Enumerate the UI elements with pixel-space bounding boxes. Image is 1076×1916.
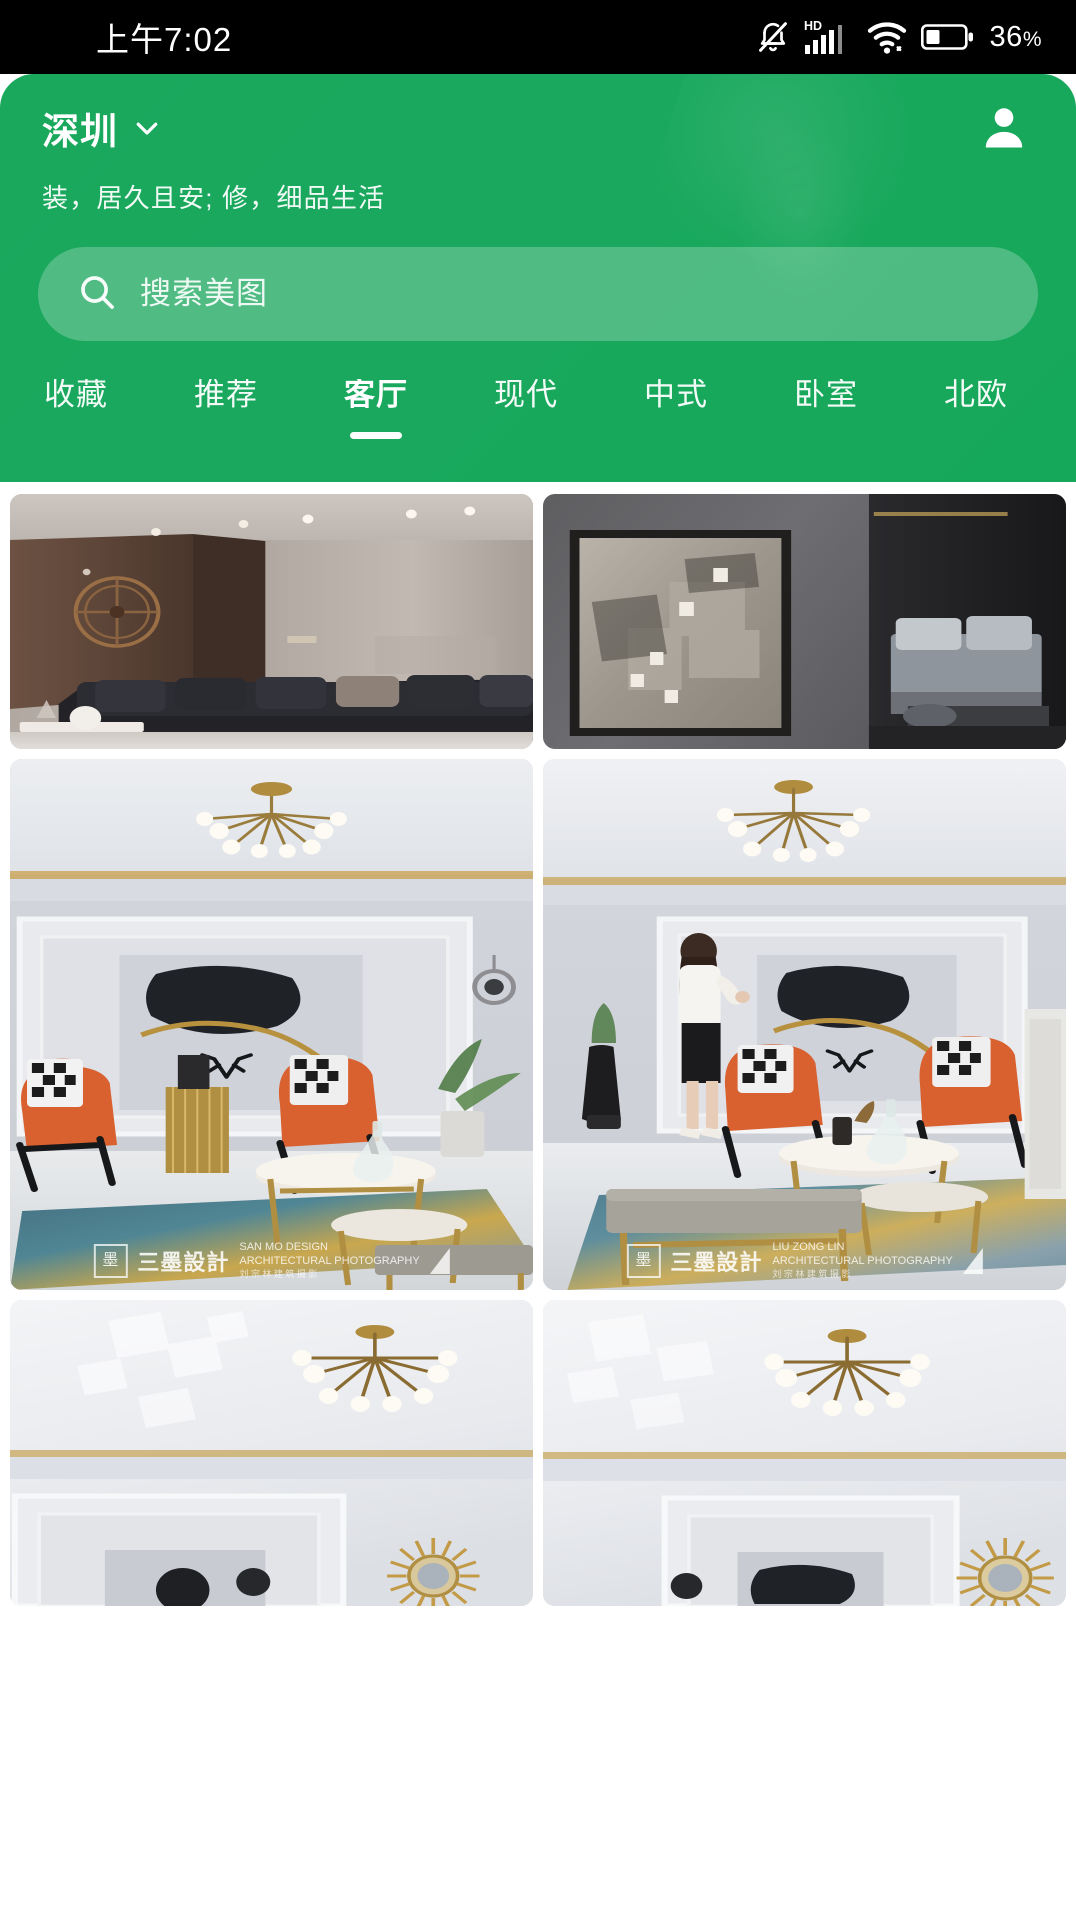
tab-underline [800, 432, 852, 439]
watermark-triangle-mark [962, 1247, 983, 1274]
tab-label: 卧室 [794, 379, 858, 412]
category-tab-bar[interactable]: 收藏 推荐 客厅 现代 中式 卧室 北欧 [0, 379, 1076, 439]
gallery-item[interactable] [10, 494, 533, 749]
city-name-label: 深圳 [42, 111, 118, 152]
photo-watermark: 墨 三墨設計 LIU ZONG LIN ARCHITECTURAL PHOTOG… [626, 1241, 983, 1280]
tab-tuijian[interactable]: 推荐 [194, 379, 258, 439]
watermark-cn-sub: 刘 宗 林 建 筑 摄 影 [772, 1268, 851, 1279]
tab-underline [50, 432, 102, 439]
search-icon [76, 271, 118, 318]
search-input[interactable] [140, 276, 910, 312]
tab-label: 中式 [644, 379, 708, 412]
photo-living-room-dark-wood [10, 494, 533, 749]
tab-xiandai[interactable]: 现代 [494, 379, 558, 439]
watermark-badge: 墨 [93, 1243, 128, 1278]
battery-icon [920, 22, 975, 52]
gallery-item[interactable] [543, 494, 1066, 749]
tab-label: 推荐 [194, 379, 258, 412]
status-bar: 上午7:02 HD 36% [0, 0, 1076, 74]
watermark-chinese-name: 三墨設計 [670, 1249, 763, 1275]
hd-signal-icon: HD [803, 17, 853, 57]
header-top-row: 深圳 [0, 74, 1076, 156]
watermark-chinese-name: 三墨設計 [137, 1249, 230, 1275]
tab-underline [200, 432, 252, 439]
gallery-item[interactable] [543, 1300, 1066, 1606]
tab-beiou[interactable]: 北欧 [944, 379, 1008, 439]
photo-living-room-orange-chairs-a [10, 759, 533, 1290]
tab-keting[interactable]: 客厅 [344, 379, 408, 439]
watermark-en-line1: LIU ZONG LIN [772, 1241, 845, 1254]
app-tagline: 装，居久且安; 修，细品生活 [42, 183, 386, 213]
bell-mute-icon [756, 19, 790, 55]
wifi-icon [866, 19, 908, 55]
battery-percent: 36% [989, 20, 1042, 53]
tab-shoucang[interactable]: 收藏 [44, 379, 108, 439]
status-bar-time: 上午7:02 [96, 21, 233, 58]
photo-living-room-orange-chairs-b [543, 759, 1066, 1290]
chevron-down-icon [132, 113, 162, 143]
watermark-en-line1: SAN MO DESIGN [239, 1241, 328, 1254]
tab-label: 现代 [494, 379, 558, 412]
watermark-en-line2: ARCHITECTURAL PHOTOGRAPHY [772, 1255, 953, 1267]
tab-label: 收藏 [44, 379, 108, 412]
tab-underline [650, 432, 702, 439]
photo-ceiling-chandelier-b [543, 1300, 1066, 1606]
app-header: 深圳 装，居久且安; 修，细品生活 收藏 推荐 客厅 现代 [0, 74, 1076, 482]
svg-text:HD: HD [804, 19, 822, 33]
photo-framed-artwork-gray-wall [543, 494, 1066, 749]
watermark-badge: 墨 [626, 1243, 661, 1278]
gallery-column-left: 墨 三墨設計 SAN MO DESIGN ARCHITECTURAL PHOTO… [10, 494, 533, 1606]
tab-underline [500, 432, 552, 439]
watermark-triangle-mark [429, 1247, 450, 1274]
gallery-item[interactable]: 墨 三墨設計 LIU ZONG LIN ARCHITECTURAL PHOTOG… [543, 759, 1066, 1290]
person-avatar-icon[interactable] [976, 100, 1032, 156]
image-gallery-grid: 墨 三墨設計 SAN MO DESIGN ARCHITECTURAL PHOTO… [0, 482, 1076, 1606]
tab-underline-active [350, 432, 402, 439]
search-bar[interactable] [38, 247, 1038, 341]
watermark-cn-sub: 刘 宗 林 建 筑 摄 影 [239, 1268, 318, 1279]
watermark-english-block: LIU ZONG LIN ARCHITECTURAL PHOTOGRAPHY 刘… [772, 1241, 952, 1280]
tab-zhongshi[interactable]: 中式 [644, 379, 708, 439]
status-bar-icons: HD 36% [756, 17, 1042, 57]
city-selector[interactable]: 深圳 [42, 101, 162, 155]
gallery-item[interactable]: 墨 三墨設計 SAN MO DESIGN ARCHITECTURAL PHOTO… [10, 759, 533, 1290]
watermark-english-block: SAN MO DESIGN ARCHITECTURAL PHOTOGRAPHY … [239, 1241, 419, 1280]
photo-watermark: 墨 三墨設計 SAN MO DESIGN ARCHITECTURAL PHOTO… [93, 1241, 450, 1280]
tab-underline [950, 432, 1002, 439]
gallery-column-right: 墨 三墨設計 LIU ZONG LIN ARCHITECTURAL PHOTOG… [543, 494, 1066, 1606]
gallery-item[interactable] [10, 1300, 533, 1606]
tab-label: 北欧 [944, 379, 1008, 412]
photo-ceiling-chandelier-a [10, 1300, 533, 1606]
tab-woshi[interactable]: 卧室 [794, 379, 858, 439]
watermark-en-line2: ARCHITECTURAL PHOTOGRAPHY [239, 1255, 420, 1267]
tab-label: 客厅 [344, 379, 408, 412]
